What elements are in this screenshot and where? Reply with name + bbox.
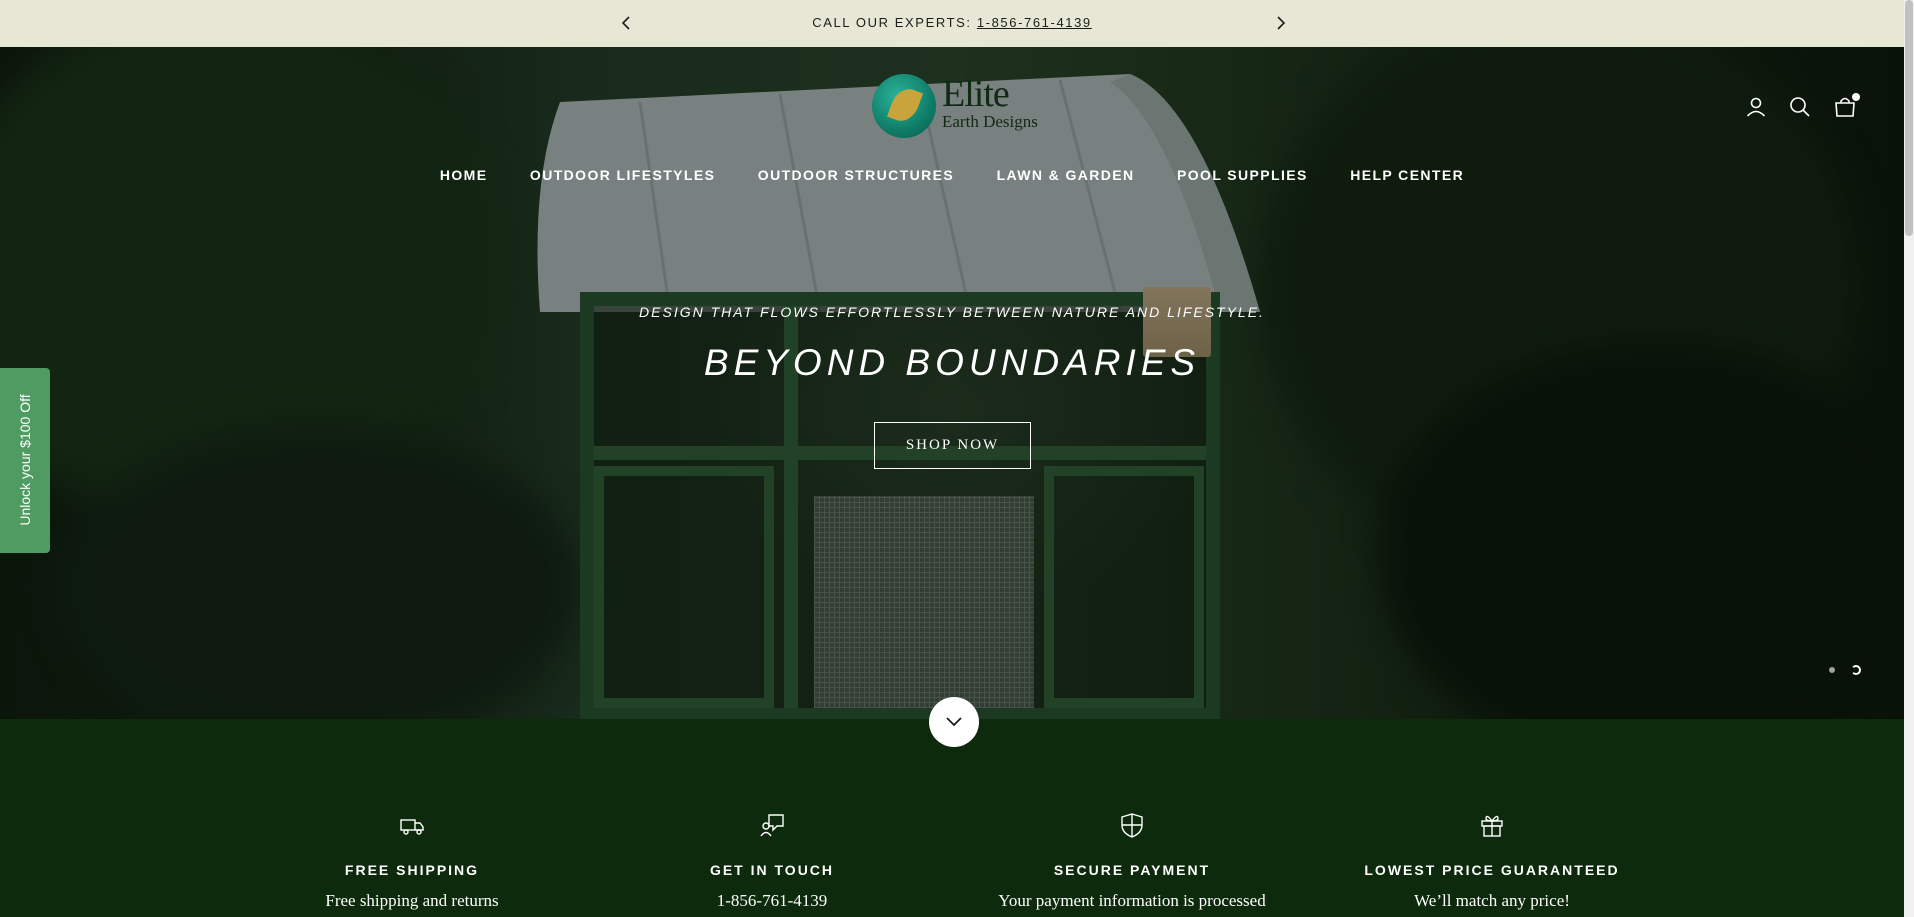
scroll-down-button[interactable] — [929, 697, 979, 747]
nav-item-outdoor-structures[interactable]: OUTDOOR STRUCTURES — [758, 167, 954, 183]
truck-icon — [400, 819, 424, 835]
main-nav: HOME OUTDOOR LIFESTYLES OUTDOOR STRUCTUR… — [0, 167, 1904, 185]
slide-dot-1[interactable] — [1829, 667, 1835, 673]
slide-dot-2-active[interactable] — [1851, 665, 1861, 675]
nav-item-pool-supplies[interactable]: POOL SUPPLIES — [1177, 167, 1308, 183]
promo-side-tab-label: Unlock your $100 Off — [17, 394, 33, 526]
feature-title: GET IN TOUCH — [709, 862, 835, 878]
gift-icon — [1481, 815, 1503, 837]
shop-now-button[interactable]: SHOP NOW — [874, 422, 1031, 469]
chevron-down-icon — [946, 717, 962, 727]
feature-title: SECURE PAYMENT — [1053, 862, 1211, 878]
cart-badge — [1852, 93, 1860, 101]
scrollbar-thumb[interactable] — [1905, 0, 1913, 236]
account-icon[interactable] — [1744, 95, 1768, 119]
chevron-right-icon[interactable] — [1271, 14, 1289, 32]
logo-emblem-icon — [872, 74, 936, 138]
feature-title: LOWEST PRICE GUARANTEED — [1364, 862, 1620, 878]
promo-side-tab[interactable]: Unlock your $100 Off — [0, 368, 50, 553]
announcement-phone-link[interactable]: 1-856-761-4139 — [977, 15, 1092, 30]
announcement-bar: CALL OUR EXPERTS: 1-856-761-4139 — [0, 0, 1904, 47]
feature-description: We’ll match any price! — [1414, 891, 1570, 910]
search-icon[interactable] — [1788, 95, 1812, 119]
chat-icon — [760, 814, 784, 837]
hero-headline: BEYOND BOUNDARIES — [703, 342, 1201, 383]
hero-banner: Elite Earth Designs HOME OUTDOOR LIFESTY… — [0, 47, 1904, 719]
feature-description: Free shipping and returns — [325, 891, 499, 910]
feature-title: FREE SHIPPING — [344, 862, 480, 878]
logo-subtitle: Earth Designs — [942, 112, 1038, 131]
feature-description: Your payment information is processed — [998, 891, 1266, 910]
announcement-message: CALL OUR EXPERTS: 1-856-761-4139 — [0, 15, 1904, 30]
nav-item-help-center[interactable]: HELP CENTER — [1350, 167, 1464, 183]
announcement-prefix: CALL OUR EXPERTS: — [812, 15, 977, 30]
nav-item-lawn-garden[interactable]: LAWN & GARDEN — [997, 167, 1135, 183]
logo-name: Elite — [942, 73, 1010, 115]
shield-icon — [1121, 813, 1143, 838]
page-scrollbar[interactable] — [1904, 0, 1914, 917]
feature-description: 1-856-761-4139 — [716, 891, 828, 910]
nav-item-outdoor-lifestyles[interactable]: OUTDOOR LIFESTYLES — [530, 167, 715, 183]
hero-tagline: DESIGN THAT FLOWS EFFORTLESSLY BETWEEN N… — [639, 304, 1265, 320]
nav-item-home[interactable]: HOME — [440, 167, 488, 183]
site-logo[interactable]: Elite Earth Designs — [872, 73, 1038, 140]
features-strip: FREE SHIPPING Free shipping and returns … — [0, 719, 1904, 917]
